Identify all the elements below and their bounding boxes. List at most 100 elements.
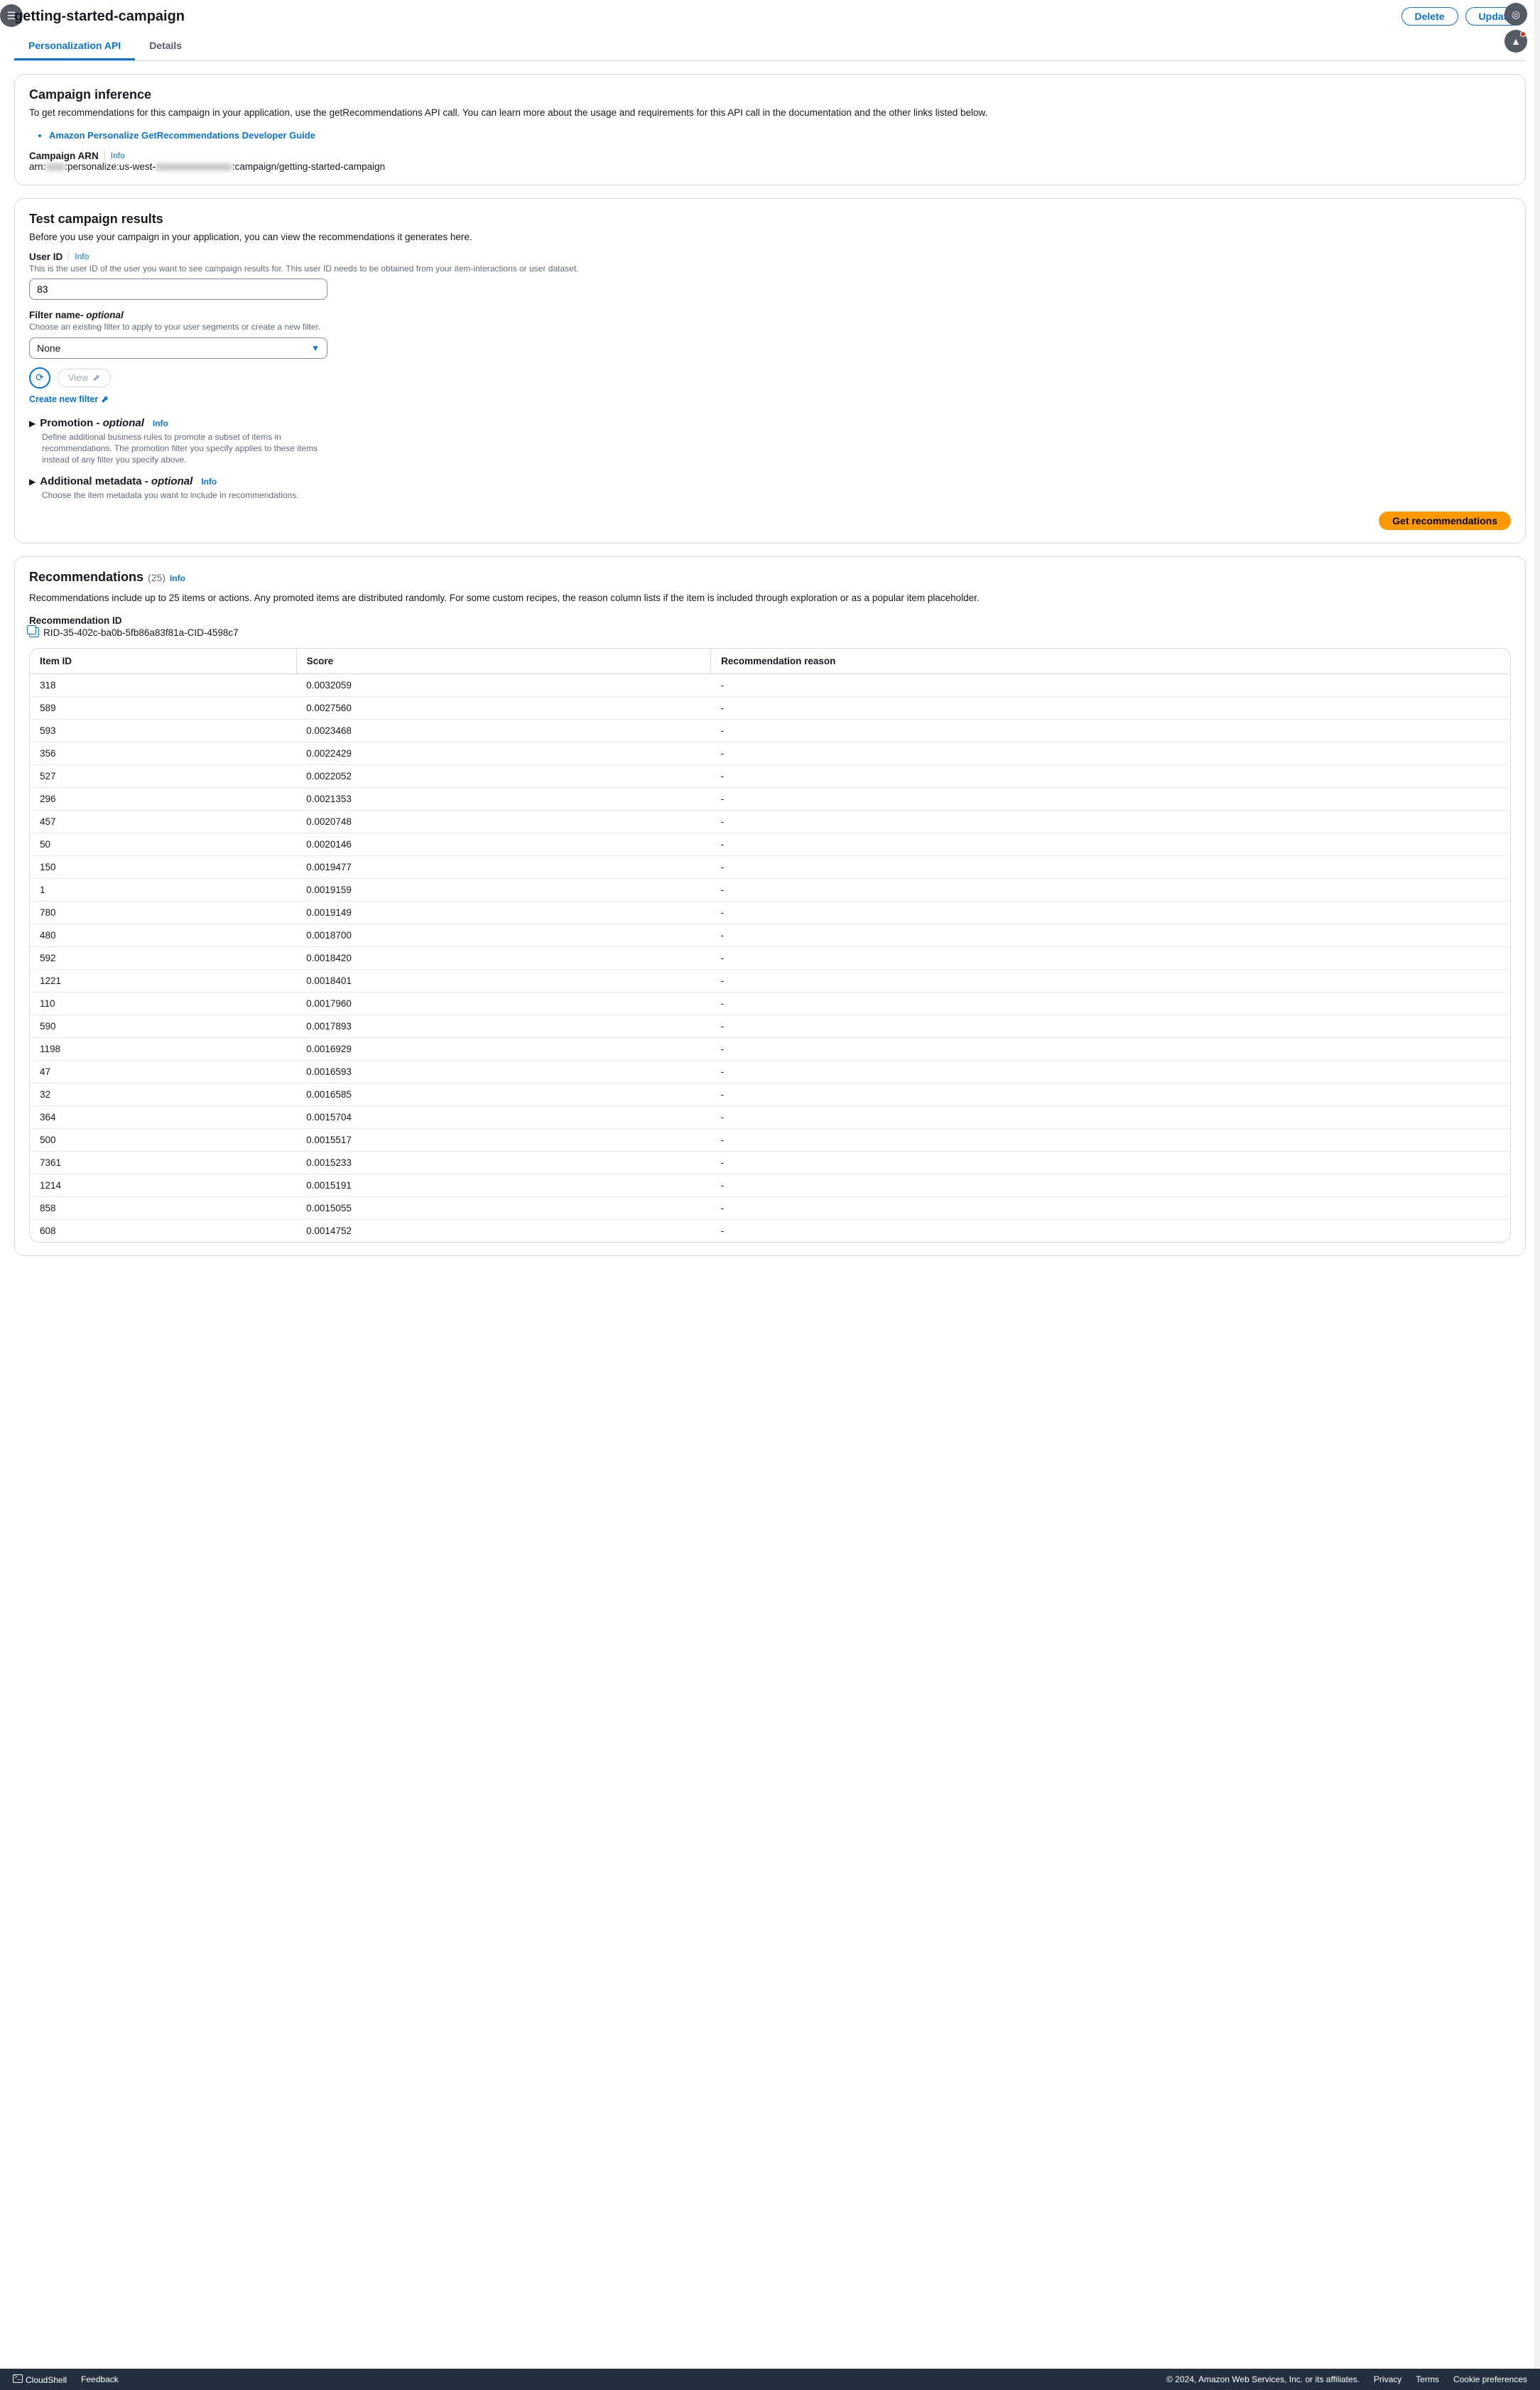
cell-item: 527	[30, 765, 296, 788]
col-score[interactable]: Score	[296, 649, 711, 674]
table-row: 320.0016585-	[30, 1083, 1510, 1106]
delete-button[interactable]: Delete	[1401, 7, 1458, 26]
cell-item: 1198	[30, 1038, 296, 1061]
campaign-inference-panel: Campaign inference To get recommendation…	[14, 74, 1526, 185]
table-row: 5900.0017893-	[30, 1015, 1510, 1038]
cell-item: 589	[30, 697, 296, 720]
copy-icon[interactable]	[29, 627, 39, 637]
col-item-id[interactable]: Item ID	[30, 649, 296, 674]
cell-score: 0.0020146	[296, 833, 711, 856]
refresh-button[interactable]: ⟳	[29, 367, 50, 389]
cell-reason: -	[711, 970, 1510, 993]
campaign-arn-label: Campaign ARN	[29, 151, 99, 161]
table-row: 4570.0020748-	[30, 811, 1510, 833]
promotion-info[interactable]: Info	[153, 418, 168, 428]
cell-reason: -	[711, 1015, 1510, 1038]
table-row: 73610.0015233-	[30, 1152, 1510, 1174]
table-row: 5930.0023468-	[30, 720, 1510, 742]
metadata-desc: Choose the item metadata you want to inc…	[42, 490, 340, 502]
external-icon: ⬈	[101, 394, 108, 404]
table-row: 8580.0015055-	[30, 1197, 1510, 1220]
campaign-arn-info[interactable]: Info	[104, 151, 125, 161]
cell-score: 0.0018700	[296, 924, 711, 947]
cell-reason: -	[711, 788, 1510, 811]
cookie-link[interactable]: Cookie preferences	[1453, 2374, 1527, 2384]
cell-item: 356	[30, 742, 296, 765]
table-row: 6080.0014752-	[30, 1220, 1510, 1243]
user-id-info[interactable]: Info	[68, 252, 89, 261]
promotion-toggle[interactable]: ▶ Promotion - optional Info	[29, 417, 1511, 429]
metadata-toggle[interactable]: ▶ Additional metadata - optional Info	[29, 475, 1511, 487]
recommendations-info[interactable]: Info	[170, 573, 185, 583]
table-row: 4800.0018700-	[30, 924, 1510, 947]
terms-link[interactable]: Terms	[1416, 2374, 1439, 2384]
table-row: 10.0019159-	[30, 879, 1510, 902]
rec-id-label: Recommendation ID	[29, 615, 1511, 626]
tab-personalization-api[interactable]: Personalization API	[14, 33, 135, 60]
cell-reason: -	[711, 924, 1510, 947]
cell-item: 592	[30, 947, 296, 970]
col-reason[interactable]: Recommendation reason	[711, 649, 1510, 674]
table-row: 1100.0017960-	[30, 993, 1510, 1015]
developer-guide-link[interactable]: Amazon Personalize GetRecommendations De…	[49, 130, 315, 141]
table-row: 1500.0019477-	[30, 856, 1510, 879]
help-panel-icon[interactable]: ◎	[1504, 3, 1527, 26]
filter-hint: Choose an existing filter to apply to yo…	[29, 322, 1511, 333]
cell-score: 0.0027560	[296, 697, 711, 720]
view-button: View ⬈	[58, 369, 111, 387]
scrollbar[interactable]	[1534, 0, 1540, 2369]
cell-item: 1214	[30, 1174, 296, 1197]
cloudshell-link[interactable]: CloudShell	[13, 2374, 67, 2385]
campaign-arn-value: arn:xxxx:personalize:us-west-xxxxxxxxxxx…	[29, 161, 1511, 172]
cell-item: 457	[30, 811, 296, 833]
cell-item: 590	[30, 1015, 296, 1038]
external-icon: ⬈	[92, 372, 100, 384]
feedback-link[interactable]: Feedback	[81, 2374, 119, 2384]
cell-score: 0.0015191	[296, 1174, 711, 1197]
campaign-inference-desc: To get recommendations for this campaign…	[29, 107, 1511, 120]
cell-score: 0.0022429	[296, 742, 711, 765]
copyright: © 2024, Amazon Web Services, Inc. or its…	[1166, 2374, 1360, 2384]
cell-score: 0.0023468	[296, 720, 711, 742]
metadata-info[interactable]: Info	[201, 477, 217, 487]
table-row: 5920.0018420-	[30, 947, 1510, 970]
recommendations-title: Recommendations	[29, 570, 143, 585]
cell-item: 593	[30, 720, 296, 742]
cell-reason: -	[711, 1061, 1510, 1083]
tab-details[interactable]: Details	[135, 33, 196, 60]
cell-score: 0.0018401	[296, 970, 711, 993]
table-row: 500.0020146-	[30, 833, 1510, 856]
cell-item: 32	[30, 1083, 296, 1106]
table-row: 12210.0018401-	[30, 970, 1510, 993]
cell-item: 50	[30, 833, 296, 856]
filter-select[interactable]: None ▼	[29, 337, 327, 359]
notifications-icon[interactable]: ▲	[1504, 30, 1527, 53]
rec-id-value: RID-35-402c-ba0b-5fb86a83f81a-CID-4598c7	[43, 627, 239, 638]
cell-item: 1221	[30, 970, 296, 993]
cell-score: 0.0017960	[296, 993, 711, 1015]
cell-score: 0.0015233	[296, 1152, 711, 1174]
cell-reason: -	[711, 720, 1510, 742]
cell-reason: -	[711, 947, 1510, 970]
campaign-inference-title: Campaign inference	[29, 87, 1511, 102]
cell-reason: -	[711, 1152, 1510, 1174]
filter-select-value: None	[37, 342, 60, 354]
chevron-down-icon: ▼	[311, 343, 320, 353]
create-new-filter-link[interactable]: Create new filter ⬈	[29, 394, 109, 404]
cell-item: 780	[30, 902, 296, 924]
cell-score: 0.0019159	[296, 879, 711, 902]
privacy-link[interactable]: Privacy	[1374, 2374, 1401, 2384]
get-recommendations-button[interactable]: Get recommendations	[1379, 512, 1511, 530]
table-row: 2960.0021353-	[30, 788, 1510, 811]
table-row: 5270.0022052-	[30, 765, 1510, 788]
user-id-input[interactable]	[29, 279, 327, 300]
cell-item: 858	[30, 1197, 296, 1220]
cell-reason: -	[711, 1129, 1510, 1152]
cloudshell-icon	[13, 2374, 23, 2383]
cell-reason: -	[711, 1038, 1510, 1061]
cell-reason: -	[711, 811, 1510, 833]
test-campaign-desc: Before you use your campaign in your app…	[29, 231, 1511, 244]
cell-score: 0.0015704	[296, 1106, 711, 1129]
cell-reason: -	[711, 1197, 1510, 1220]
cell-reason: -	[711, 1174, 1510, 1197]
